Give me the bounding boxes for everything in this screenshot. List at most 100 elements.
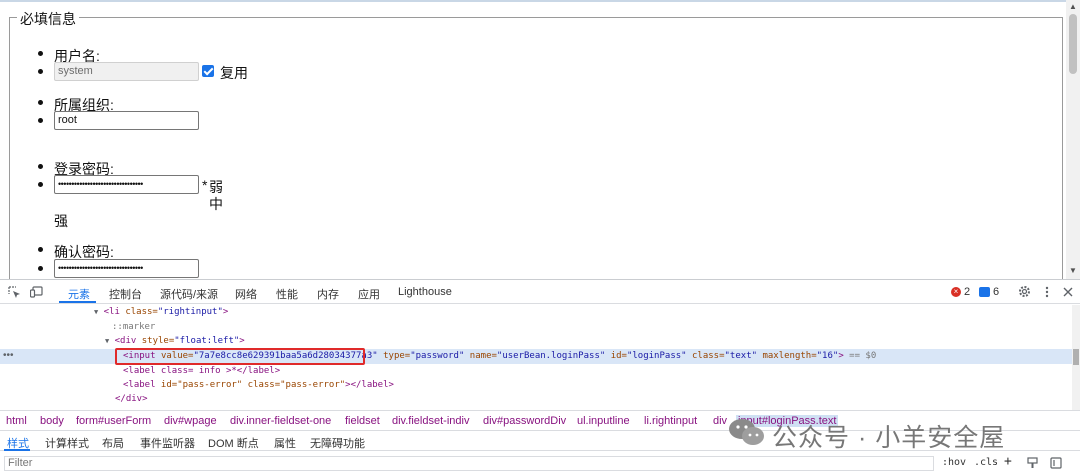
expand-triangle-icon[interactable]: ▼ [105,337,109,345]
reuse-label: 复用 [220,65,248,81]
tag-close: > [239,336,245,346]
paint-brush-icon[interactable] [1027,457,1038,469]
close-icon[interactable] [1063,286,1073,298]
attr-name: maxlength= [757,351,817,361]
tag-name: </div> [115,394,148,404]
dom-tree-scrollbar[interactable] [1072,305,1080,411]
tab-sources[interactable]: 源代码/来源 [160,286,218,302]
bullet-icon [38,266,43,271]
tag-name: <label [123,380,156,390]
inspect-element-icon[interactable] [8,286,21,298]
breadcrumb-item[interactable]: fieldset [345,415,380,427]
breadcrumb-item[interactable]: div [713,415,727,427]
tag-name: <li [103,307,120,317]
dom-node-div[interactable]: ▼ <div style="float:left"> [105,334,245,348]
tag-close: ></label> [345,380,394,390]
reuse-checkbox[interactable] [202,65,214,77]
tab-performance[interactable]: 性能 [276,286,298,302]
attr-name: class= [686,351,725,361]
dom-node-label-info[interactable]: <label class= info >*</label> [123,364,280,378]
dom-node-div-close[interactable]: </div> [115,392,148,406]
tab-application[interactable]: 应用 [358,286,380,302]
tab-dom-breakpoints[interactable]: DOM 断点 [208,435,259,451]
tab-elements[interactable]: 元素 [68,286,90,302]
bullet-icon [38,51,43,56]
breadcrumb-item[interactable]: ul.inputline [577,415,630,427]
tab-network[interactable]: 网络 [235,286,257,302]
sidebar-toggle-icon[interactable] [1050,457,1062,469]
tab-lighthouse[interactable]: Lighthouse [398,286,452,298]
pseudo-element: ::marker [112,322,156,332]
message-count[interactable]: 6 [993,286,999,298]
scrollbar-thumb[interactable] [1073,349,1079,365]
org-input[interactable]: root [54,111,199,130]
dom-node-marker[interactable]: ::marker [112,320,155,334]
more-actions-icon[interactable]: ••• [3,350,14,361]
breadcrumb-item[interactable]: div.fieldset-indiv [392,415,469,427]
message-icon[interactable] [979,287,990,297]
dom-node-label-error[interactable]: <label id="pass-error" class="pass-error… [123,378,394,392]
required-mark: * [202,177,208,193]
attr-name: class= [125,307,158,317]
new-style-rule-button[interactable]: + [1004,454,1012,469]
tag-close: > [222,307,229,317]
more-options-icon[interactable] [1045,286,1049,298]
tab-accessibility[interactable]: 无障碍功能 [310,435,365,451]
page-scrollbar[interactable]: ▲ ▼ [1066,0,1080,279]
attr-value: "loginPass" [626,351,687,361]
confirm-password-input[interactable]: •••••••••••••••••••••••••••••••• [54,259,199,278]
password-value-highlight-box [115,348,365,365]
attr-value: "text" [724,351,758,361]
tag-name: <div [114,336,137,346]
error-icon[interactable]: × [951,287,961,297]
breadcrumb-item[interactable]: li.rightinput [644,415,697,427]
attr-value: "rightinput" [157,307,223,317]
tab-properties[interactable]: 属性 [274,435,296,451]
styles-filter-row: Filter :hov .cls + [0,452,1080,474]
device-toolbar-icon[interactable] [30,286,43,298]
active-subtab-indicator [4,449,30,451]
attr-name: style= [141,336,175,346]
wechat-watermark: 公众号 · 小羊安全屋 [728,414,1048,452]
hover-state-button[interactable]: :hov [942,457,966,468]
attr-name: id= [605,351,627,361]
breadcrumb-item[interactable]: form#userForm [76,415,151,427]
required-info-fieldset [9,17,1063,279]
scroll-down-icon[interactable]: ▼ [1069,266,1077,275]
attr-name: id="pass-error" class="pass-error" [155,380,346,390]
bullet-icon [38,247,43,252]
tab-event-listeners[interactable]: 事件监听器 [140,435,195,451]
class-toggle-button[interactable]: .cls [974,457,998,468]
tab-console[interactable]: 控制台 [109,286,142,302]
attr-value: "userBean.loginPass" [496,351,606,361]
watermark-text: 公众号 · 小羊安全屋 [772,424,1006,452]
dom-node-li[interactable]: ▼ <li class="rightinput"> [94,305,228,319]
scrollbar-thumb[interactable] [1069,14,1077,74]
tab-layout[interactable]: 布局 [102,435,124,451]
devtools-toolbar: 元素 控制台 源代码/来源 网络 性能 内存 应用 Lighthouse × 2… [0,280,1080,304]
breadcrumb-item[interactable]: body [40,415,64,427]
scroll-up-icon[interactable]: ▲ [1069,2,1077,11]
breadcrumb-item[interactable]: div.inner-fieldset-one [230,415,331,427]
breadcrumb-item[interactable]: div#passwordDiv [483,415,566,427]
attr-value: "password" [410,351,465,361]
bullet-icon [38,182,43,187]
bullet-icon [38,100,43,105]
styles-filter-input[interactable]: Filter [4,456,934,471]
bullet-icon [38,164,43,169]
dom-tree: ▼ <li class="rightinput"> ::marker ▼ <di… [0,305,1080,411]
tab-computed[interactable]: 计算样式 [45,435,89,451]
expand-triangle-icon[interactable]: ▼ [94,308,98,316]
bullet-icon [38,69,43,74]
breadcrumb-item[interactable]: html [6,415,27,427]
tab-memory[interactable]: 内存 [317,286,339,302]
page-viewport: 必填信息 用户名: system 复用 所属组织: root 登录密码: •••… [0,0,1080,279]
attr-name: type= [377,351,411,361]
breadcrumb-item[interactable]: div#wpage [164,415,217,427]
strength-strong: 强 [54,213,68,229]
error-count[interactable]: 2 [964,286,970,298]
password-input[interactable]: •••••••••••••••••••••••••••••••• [54,175,199,194]
attr-name: name= [464,351,497,361]
attr-value: "float:left" [174,336,240,346]
gear-icon[interactable] [1018,285,1031,298]
